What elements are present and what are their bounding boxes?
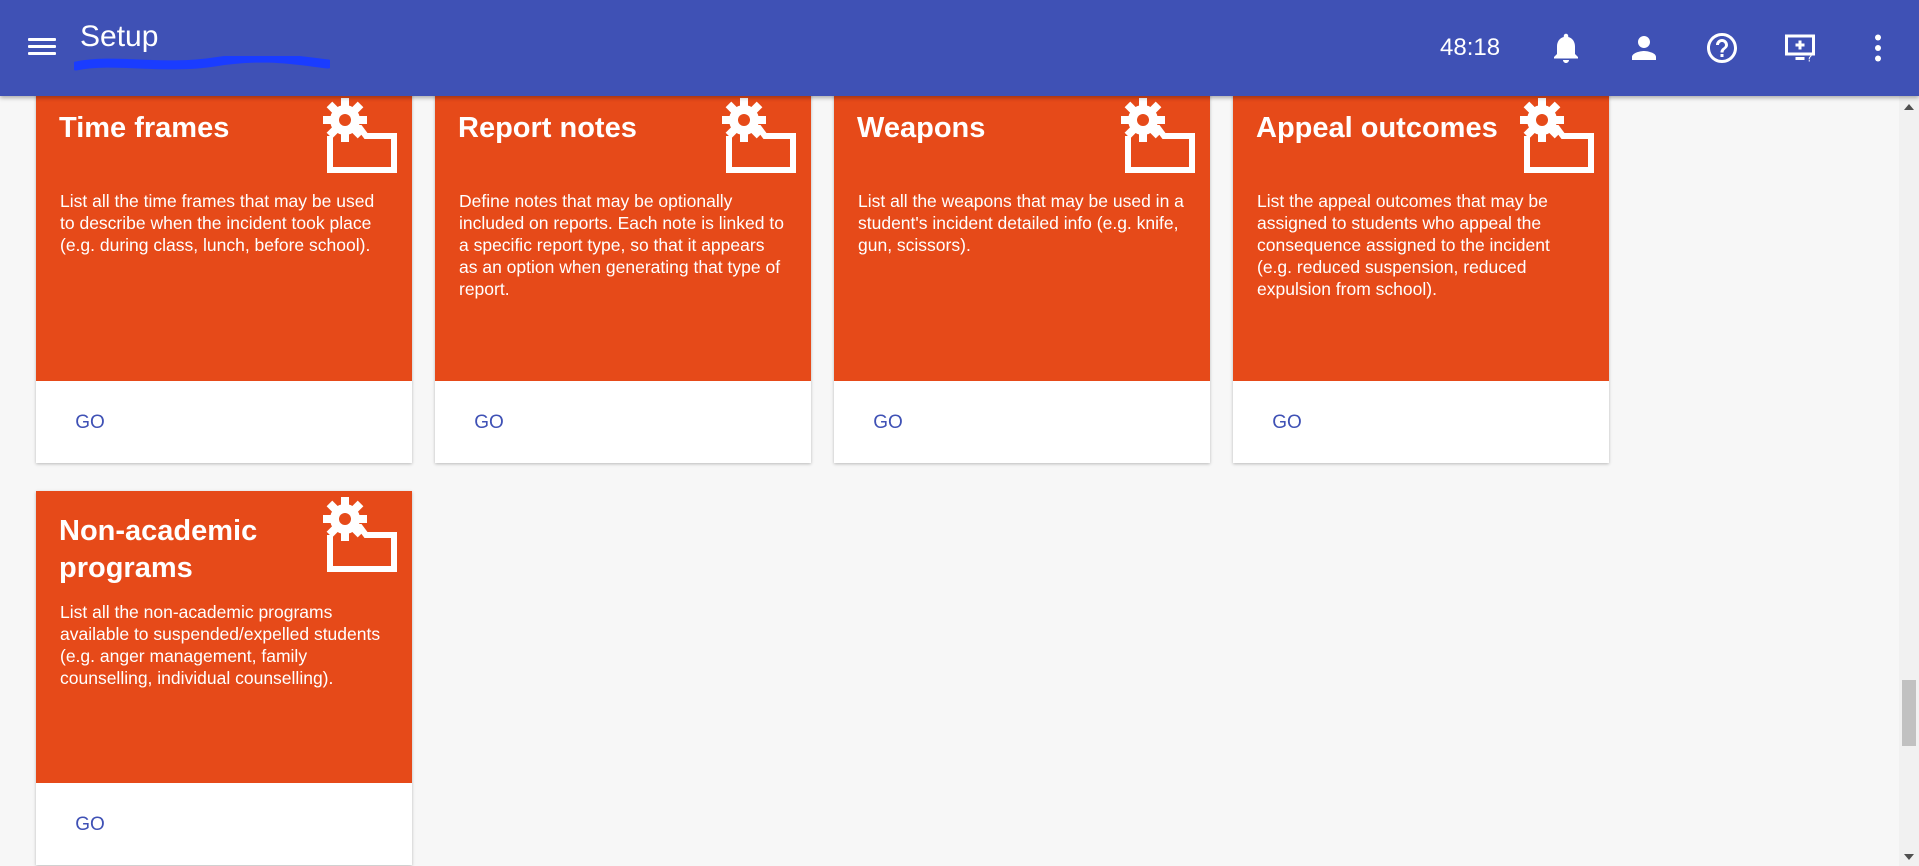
settings-folder-icon [323, 98, 397, 173]
card-title: Non-academic programs [59, 515, 258, 584]
card-header: Appeal outcomes List the appeal outcomes… [1233, 96, 1609, 381]
bell-icon[interactable] [1548, 30, 1584, 66]
settings-folder-icon [1121, 98, 1195, 173]
page-title: Setup [80, 20, 159, 53]
card-header: Weapons List all the weapons that may be… [834, 96, 1210, 381]
more-vert-icon[interactable] [1860, 30, 1896, 66]
card-actions: GO [834, 381, 1210, 463]
settings-folder-icon [722, 98, 796, 173]
card-actions: GO [36, 381, 412, 463]
setup-card-weapons: Weapons List all the weapons that may be… [834, 96, 1210, 463]
settings-folder-icon [323, 497, 397, 572]
person-icon[interactable] [1626, 30, 1662, 66]
menu-icon[interactable] [24, 34, 60, 64]
setup-card-time-frames: Time frames List all the time frames tha… [36, 96, 412, 463]
card-description: List all the weapons that may be used in… [858, 191, 1184, 255]
card-title: Weapons [857, 112, 986, 144]
card-header: Time frames List all the time frames tha… [36, 96, 412, 381]
go-button[interactable]: GO [459, 405, 519, 441]
card-actions: GO [435, 381, 811, 463]
session-timer: 48:18 [1440, 34, 1501, 61]
card-title: Report notes [458, 112, 637, 144]
settings-folder-icon [1520, 98, 1594, 173]
card-title: Appeal outcomes [1256, 112, 1498, 144]
setup-card-appeal-outcomes: Appeal outcomes List the appeal outcomes… [1233, 96, 1609, 463]
setup-card-report-notes: Report notes Define notes that may be op… [435, 96, 811, 463]
go-button[interactable]: GO [60, 807, 120, 843]
vertical-scrollbar[interactable] [1899, 96, 1919, 866]
redacted-subtitle [74, 56, 330, 71]
card-actions: GO [1233, 381, 1609, 463]
setup-card-non-academic-programs: Non-academic programs List all the non-a… [36, 491, 412, 865]
app-bar: Setup 48:18 ? [0, 0, 1919, 96]
go-button[interactable]: GO [858, 405, 918, 441]
go-button[interactable]: GO [1257, 405, 1317, 441]
card-description: List the appeal outcomes that may be ass… [1257, 191, 1550, 299]
card-description: List all the non-academic programs avail… [60, 602, 381, 688]
scrollbar-thumb[interactable] [1902, 680, 1916, 746]
help-icon[interactable] [1704, 30, 1740, 66]
card-description: Define notes that may be optionally incl… [459, 191, 784, 299]
card-description: List all the time frames that may be use… [60, 191, 375, 255]
card-header: Report notes Define notes that may be op… [435, 96, 811, 381]
card-header: Non-academic programs List all the non-a… [36, 491, 412, 783]
card-actions: GO [36, 783, 412, 865]
scroll-down-arrow-icon[interactable] [1904, 854, 1914, 860]
content-area: Time frames List all the time frames tha… [0, 96, 1899, 866]
go-button[interactable]: GO [60, 405, 120, 441]
scroll-up-arrow-icon[interactable] [1904, 104, 1914, 110]
screen-share-icon[interactable]: ? [1782, 30, 1818, 66]
card-title: Time frames [59, 112, 230, 144]
svg-text:?: ? [1807, 53, 1813, 65]
